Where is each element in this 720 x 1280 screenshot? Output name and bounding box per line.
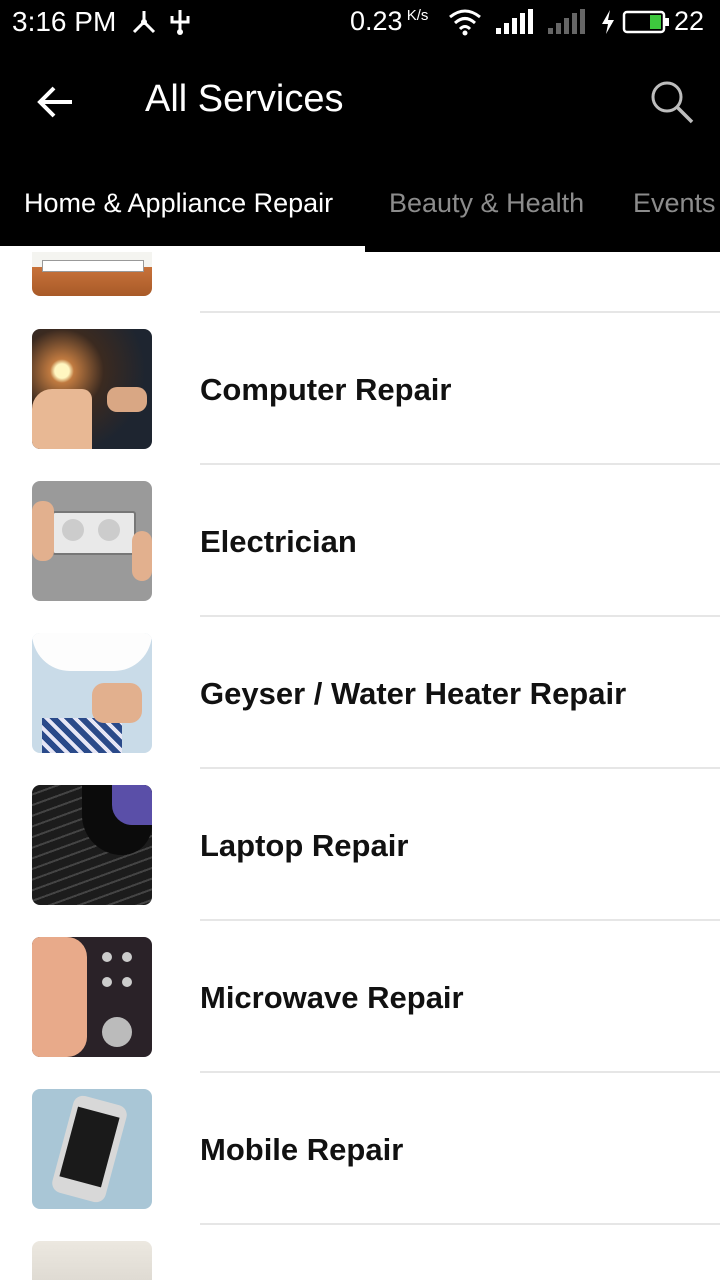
wifi-icon — [449, 9, 481, 36]
charging-icon — [602, 10, 614, 34]
service-item-microwave-repair[interactable]: Microwave Repair — [0, 860, 720, 1057]
services-list: Computer Repair Electrician Geyser / Wat… — [0, 252, 720, 1280]
battery-icon — [622, 10, 669, 34]
service-label: Laptop Repair — [200, 828, 409, 863]
page-title: All Services — [145, 78, 344, 120]
service-item-mobile-repair[interactable]: Mobile Repair — [0, 1012, 720, 1209]
signal-2-icon — [548, 9, 585, 34]
status-bar: 3:16 PM 0.23 K/s 22 — [0, 0, 720, 46]
back-arrow-icon[interactable] — [30, 76, 82, 128]
tab-beauty-health[interactable]: Beauty & Health — [389, 188, 584, 219]
status-time: 3:16 PM — [12, 6, 117, 37]
service-label: Microwave Repair — [200, 980, 464, 1015]
service-label: Computer Repair — [200, 372, 452, 407]
service-label: Geyser / Water Heater Repair — [200, 676, 627, 711]
service-label: Mobile Repair — [200, 1132, 404, 1167]
battery-level: 22 — [674, 6, 705, 36]
share-icon — [132, 11, 156, 34]
partial-service-photo[interactable] — [32, 1241, 152, 1280]
usb-icon — [170, 10, 190, 35]
row-divider — [200, 1223, 720, 1225]
service-item-computer-repair[interactable]: Computer Repair — [0, 252, 720, 449]
category-tabs: Home & Appliance Repair Beauty & Health … — [0, 158, 720, 252]
network-speed: 0.23 K/s — [350, 6, 428, 37]
service-item-electrician[interactable]: Electrician — [0, 404, 720, 601]
tab-home-appliance-repair[interactable]: Home & Appliance Repair — [24, 188, 333, 219]
network-speed-unit: K/s — [406, 7, 429, 24]
app-bar: All Services — [0, 46, 720, 158]
tab-events[interactable]: Events — [633, 188, 716, 219]
mobile-photo — [32, 1089, 152, 1209]
search-icon[interactable] — [644, 74, 700, 130]
service-item-geyser-water-heater-repair[interactable]: Geyser / Water Heater Repair — [0, 556, 720, 753]
service-item-laptop-repair[interactable]: Laptop Repair — [0, 708, 720, 905]
service-label: Electrician — [200, 524, 357, 559]
network-speed-value: 0.23 — [350, 6, 403, 36]
signal-icon — [496, 9, 533, 34]
